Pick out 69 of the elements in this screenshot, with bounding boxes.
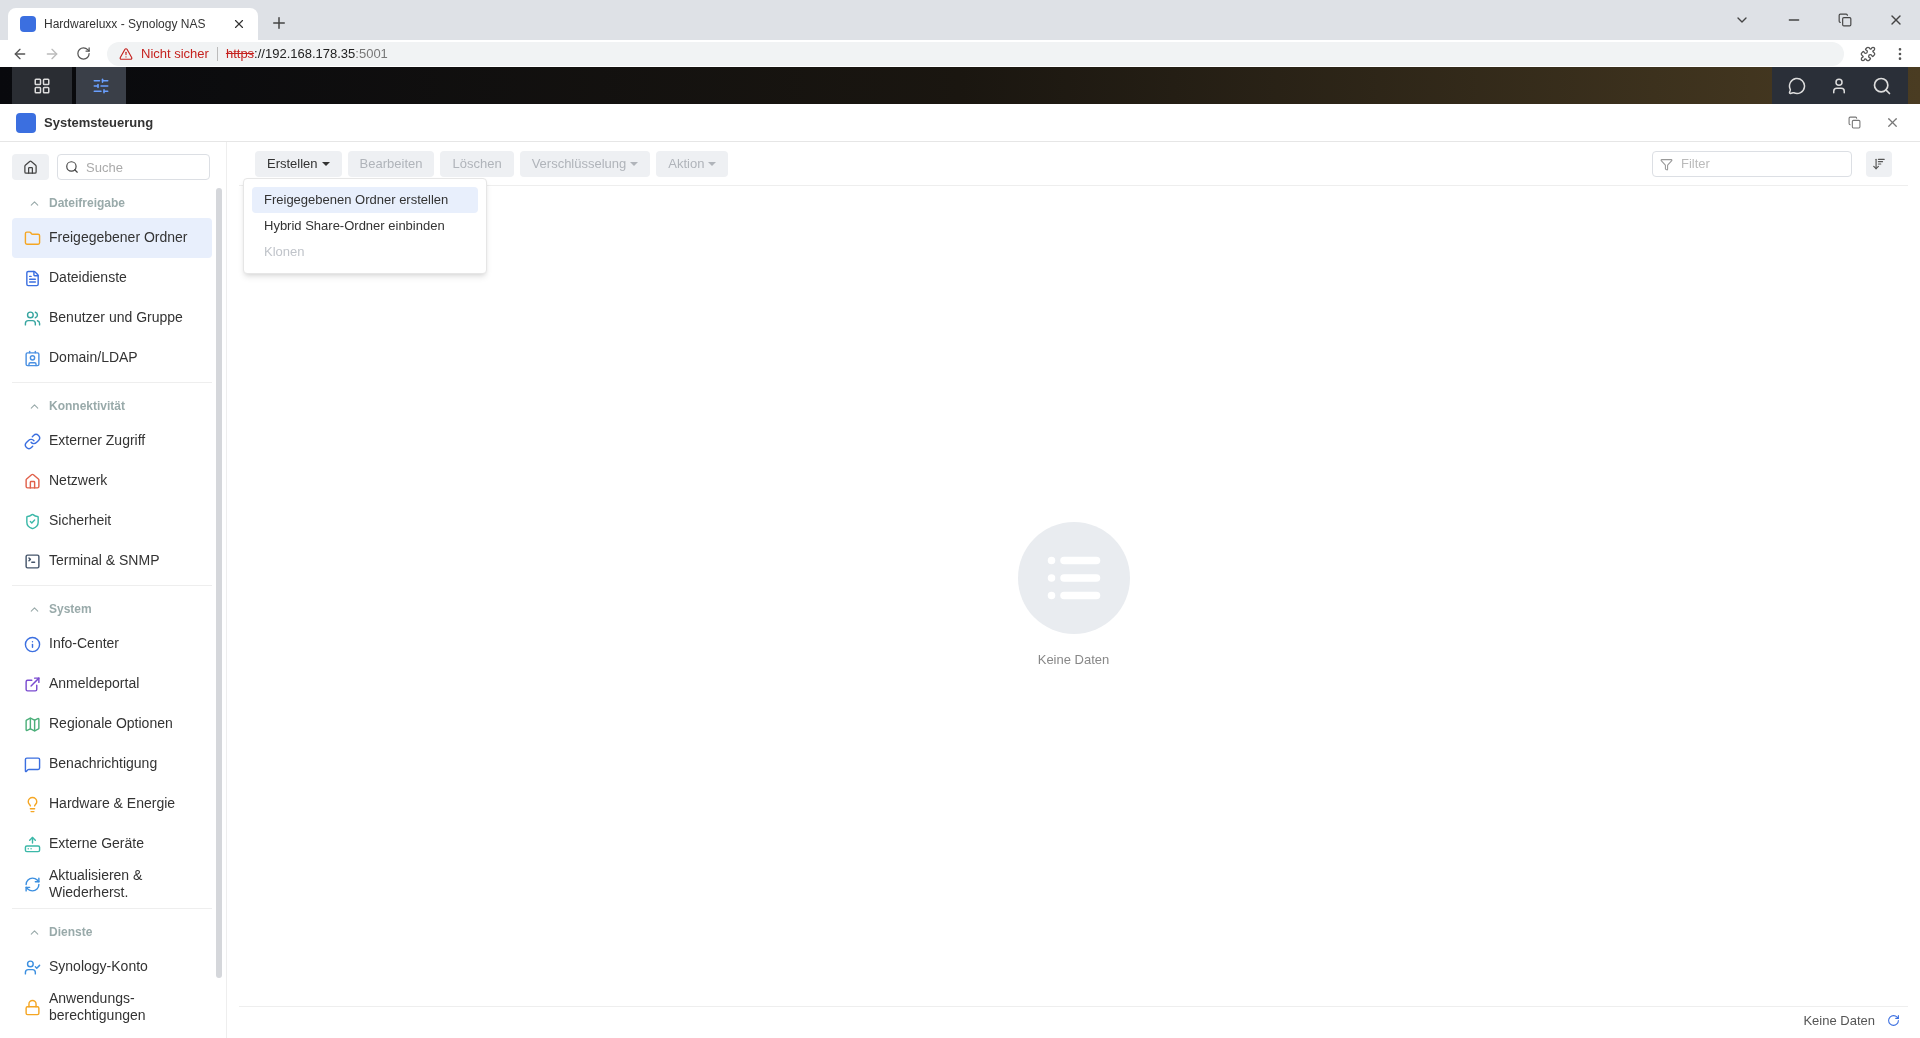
folder-icon: [24, 229, 41, 247]
sidebar-item[interactable]: Regionale Optionen: [12, 704, 212, 744]
sidebar-item[interactable]: Anwendungs-berechtigungen: [12, 987, 212, 1027]
user-check-icon: [24, 958, 41, 976]
security-label: Nicht sicher: [141, 44, 209, 63]
search-icon[interactable]: [1872, 75, 1892, 96]
menu-item[interactable]: Hybrid Share-Ordner einbinden: [252, 213, 478, 239]
contact-card-icon: [24, 349, 41, 367]
close-icon[interactable]: [232, 17, 246, 31]
search-icon: [65, 160, 79, 174]
home-button[interactable]: [12, 154, 49, 180]
address-bar[interactable]: Nicht sicher https://192.168.178.35:5001: [107, 41, 1844, 66]
toolbar-button[interactable]: Erstellen: [255, 150, 342, 177]
sliders-icon: [92, 76, 110, 95]
warning-icon: [119, 46, 133, 61]
search-field[interactable]: Suche: [57, 154, 210, 180]
home-icon: [23, 159, 38, 175]
user-icon[interactable]: [1830, 76, 1848, 95]
sidebar-item[interactable]: Dateidienste: [12, 258, 212, 298]
sidebar-item[interactable]: Freigegebener Ordner: [12, 218, 212, 258]
document-icon: [24, 269, 41, 287]
refresh-icon[interactable]: [1887, 1014, 1900, 1027]
divider: [216, 46, 218, 61]
tab-title: Hardwareluxx - Synology NAS: [44, 16, 207, 33]
portal-icon: [24, 675, 41, 693]
menu-item[interactable]: Freigegebenen Ordner erstellen: [252, 187, 478, 213]
sort-icon: [1872, 156, 1886, 171]
dsm-logo-icon: [20, 16, 36, 32]
new-tab-icon[interactable]: [270, 14, 288, 32]
sort-button[interactable]: [1866, 150, 1892, 177]
filter-icon: [1660, 157, 1673, 171]
browser-tab[interactable]: Hardwareluxx - Synology NAS: [8, 8, 258, 40]
empty-state-text: Keine Daten: [1037, 651, 1110, 670]
sidebar-item[interactable]: Sicherheit: [12, 501, 212, 541]
info-icon: [24, 635, 41, 653]
sidebar-item[interactable]: Externer Zugriff: [12, 421, 212, 461]
sidebar-item[interactable]: Anmeldeportal: [12, 664, 212, 704]
sidebar-item[interactable]: Netzwerk: [12, 461, 212, 501]
users-icon: [24, 309, 41, 327]
restore-icon[interactable]: [1838, 13, 1852, 27]
sidebar-item[interactable]: Info-Center: [12, 624, 212, 664]
sidebar-item[interactable]: Domain/LDAP: [12, 338, 212, 378]
sidebar-item[interactable]: Benutzer und Gruppe: [12, 298, 212, 338]
grid-icon: [33, 76, 51, 95]
message-icon: [24, 755, 41, 773]
restore-icon[interactable]: [1848, 116, 1861, 129]
terminal-icon: [24, 552, 41, 570]
refresh-icon: [24, 875, 41, 893]
map-icon: [24, 715, 41, 733]
house-icon: [24, 472, 41, 490]
chat-icon[interactable]: [1788, 76, 1806, 95]
upload-drive-icon: [24, 835, 41, 853]
control-panel-icon: [16, 112, 36, 133]
main-menu-button[interactable]: [12, 67, 72, 104]
extensions-icon[interactable]: [1860, 45, 1876, 62]
sidebar-item[interactable]: Benachrichtigung: [12, 744, 212, 784]
sidebar-item[interactable]: Synology-Konto: [12, 947, 212, 987]
reload-icon[interactable]: [76, 46, 91, 61]
sidebar-item[interactable]: Aktualisieren & Wiederherst.: [12, 864, 212, 904]
shield-check-icon: [24, 512, 41, 530]
window-title: Systemsteuerung: [44, 113, 154, 132]
sidebar-item[interactable]: Terminal & SNMP: [12, 541, 212, 581]
sidebar-item[interactable]: Hardware & Energie: [12, 784, 212, 824]
sidebar-item[interactable]: Externe Geräte: [12, 824, 212, 864]
lock-icon: [24, 998, 41, 1016]
url-text: https://192.168.178.35:5001: [225, 44, 388, 63]
status-text: Keine Daten: [1803, 1011, 1875, 1030]
link-icon: [24, 432, 41, 450]
filter-field[interactable]: Filter: [1652, 150, 1852, 177]
